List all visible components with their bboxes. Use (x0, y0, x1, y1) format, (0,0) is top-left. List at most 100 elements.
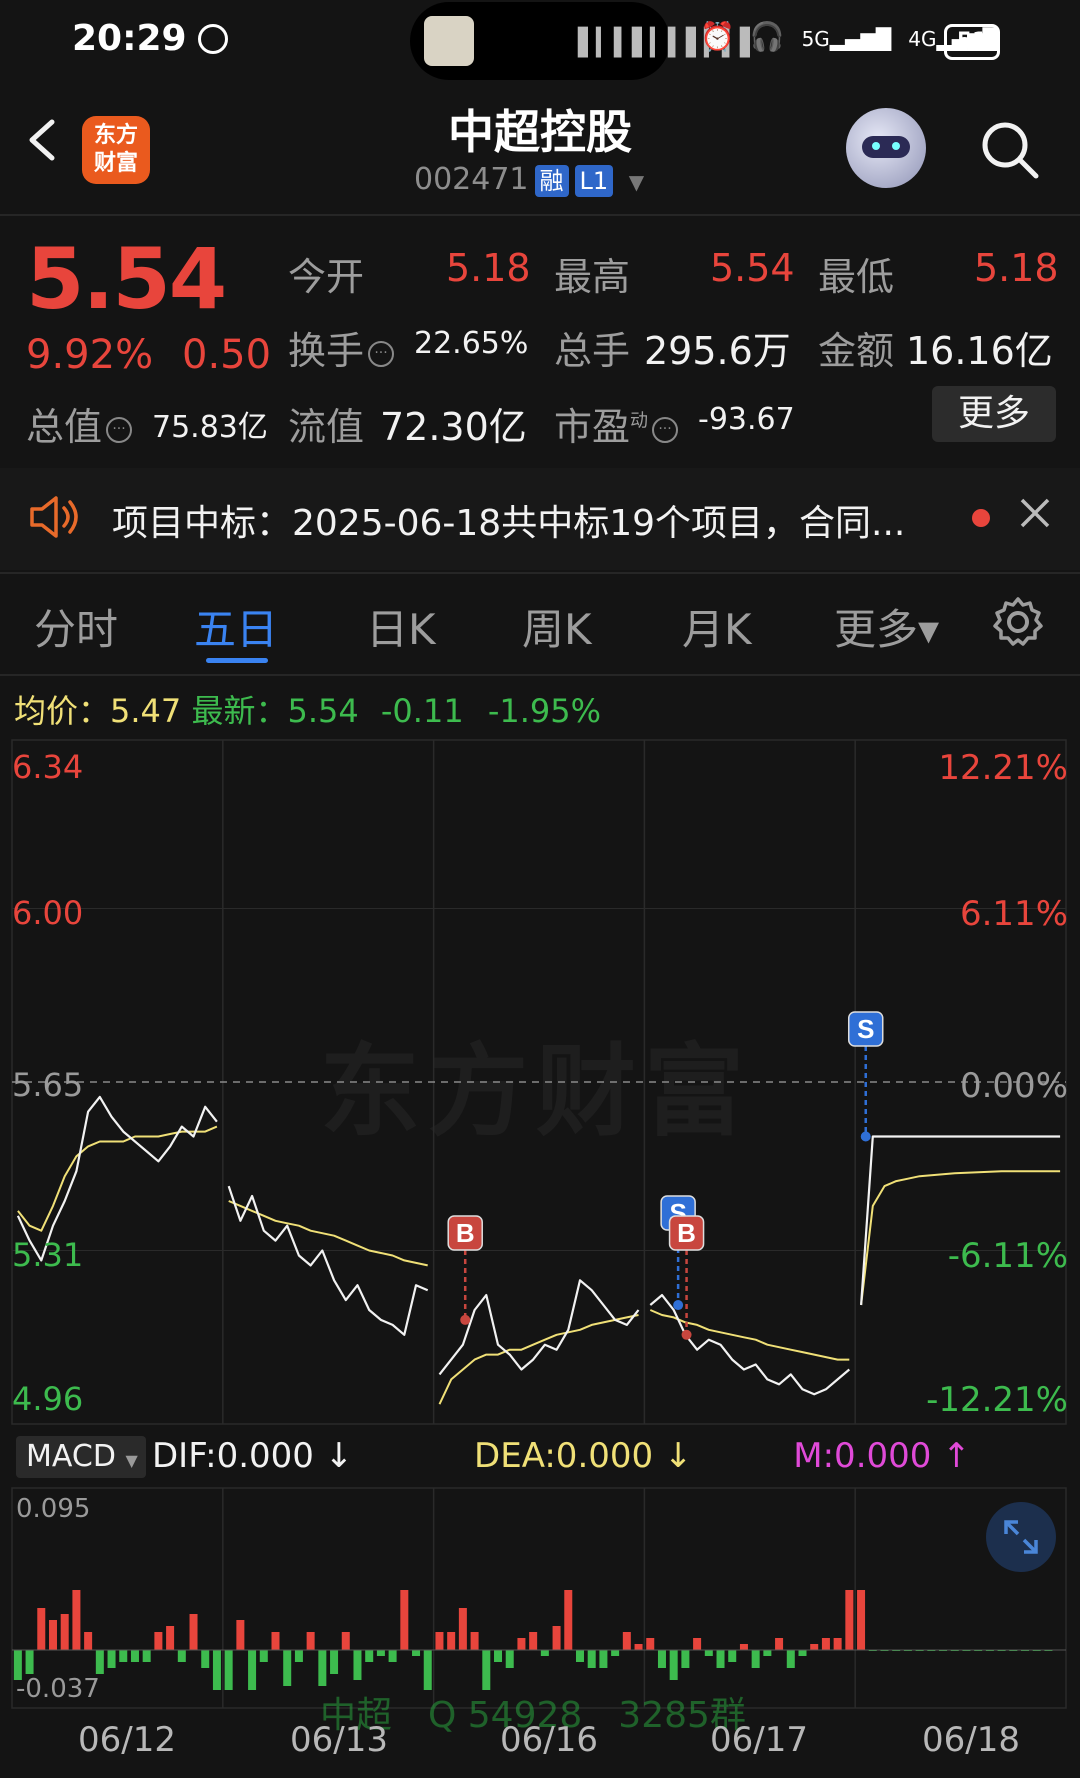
macd-bar (716, 1650, 725, 1668)
y-right-tick: 0.00% (959, 1066, 1068, 1106)
active-tab-indicator (206, 658, 268, 663)
change-value: -0.11 (380, 692, 464, 730)
macd-bar (751, 1650, 760, 1668)
tab-daily-k[interactable]: 日K (366, 596, 436, 657)
info-icon[interactable]: ··· (652, 416, 679, 443)
avg-line-segment (649, 1309, 850, 1361)
stock-code-line[interactable]: 002471 融 L1 ▼ (414, 162, 644, 197)
y-left-tick: 5.65 (12, 1066, 84, 1104)
news-text[interactable]: 项目中标：2025-06-18共中标19个项目，合同... (112, 494, 905, 546)
back-arrow-icon[interactable] (22, 118, 66, 162)
x-tick: 06/13 (290, 1720, 388, 1760)
assistant-robot-icon[interactable] (846, 108, 926, 188)
current-price: 5.54 (26, 230, 227, 328)
pe-value: -93.67 (698, 402, 795, 437)
chart-grid (11, 739, 1067, 1709)
macd-bar (657, 1650, 666, 1668)
info-icon[interactable]: ··· (368, 340, 395, 367)
expand-chart-button[interactable] (986, 1502, 1056, 1572)
change-amount: 0.50 (182, 332, 272, 378)
macd-bar (681, 1650, 690, 1668)
volume-label: 总手 (554, 329, 631, 373)
macd-bar (330, 1650, 339, 1674)
signal-5g-icon: 5G▂▄▆█ (801, 27, 892, 51)
float-cap-label: 流值 (288, 405, 365, 449)
alarm-icon: ⏰ (700, 20, 735, 53)
level-tag: L1 (574, 165, 614, 197)
macd-bar (224, 1650, 233, 1690)
divider (0, 572, 1080, 574)
tab-monthly-k[interactable]: 月K (682, 596, 752, 657)
change-percent-value: -1.95% (487, 692, 602, 730)
tab-weekly-k[interactable]: 周K (522, 596, 592, 657)
margin-tag: 融 (534, 165, 569, 197)
unread-dot (972, 509, 990, 527)
expand-icon (1004, 1520, 1038, 1554)
macd-bar (412, 1650, 421, 1656)
turnover-label[interactable]: 换手 ··· (288, 320, 395, 375)
five-day-chart[interactable]: BSBS (0, 736, 1080, 1736)
stock-name: 中超控股 (448, 105, 632, 159)
y-left-tick: 6.34 (12, 748, 84, 786)
x-tick: 06/17 (710, 1720, 808, 1760)
mktcap-label[interactable]: 总值 ··· (26, 396, 133, 451)
macd-bar (821, 1638, 830, 1650)
macd-bar (693, 1638, 702, 1650)
m-value: M:0.000 (793, 1436, 932, 1476)
tab-intraday[interactable]: 分时 (34, 596, 118, 657)
pe-label[interactable]: 市盈动 ··· (554, 396, 679, 451)
macd-bar (72, 1590, 81, 1650)
divider (0, 214, 1080, 216)
macd-bar (365, 1650, 374, 1662)
macd-bottom-tick: -0.037 (16, 1674, 100, 1704)
marker-label: B (677, 1218, 696, 1248)
macd-bar (857, 1590, 866, 1650)
macd-bar (540, 1650, 549, 1656)
tab-five-day[interactable]: 五日 (194, 596, 278, 657)
amount-label: 金额 (818, 329, 895, 373)
open-value: 5.18 (446, 246, 531, 290)
macd-bar (739, 1644, 748, 1650)
caret-icon: ▼ (125, 1451, 138, 1470)
macd-bar (400, 1590, 409, 1650)
macd-bar (763, 1650, 772, 1656)
y-left-tick: 6.00 (12, 894, 84, 932)
macd-bar (611, 1650, 620, 1656)
macd-bar (154, 1632, 163, 1650)
speaker-icon (30, 496, 78, 538)
x-tick: 06/16 (500, 1720, 598, 1760)
info-icon[interactable]: ··· (106, 416, 133, 443)
macd-bar (60, 1614, 69, 1650)
indicator-select[interactable]: MACD ▼ (16, 1436, 146, 1478)
marker-dot (460, 1314, 471, 1325)
settings-gear-icon[interactable] (992, 596, 1044, 648)
macd-bar (37, 1608, 46, 1650)
macd-bar (318, 1650, 327, 1686)
chevron-down-icon[interactable]: ▼ (629, 170, 644, 194)
logo-text-bottom: 财富 (93, 151, 138, 176)
macd-bar (341, 1632, 350, 1650)
y-right-tick: -12.21% (926, 1380, 1068, 1420)
mktcap-label-text: 总值 (26, 405, 103, 449)
eastmoney-logo[interactable]: 东方 财富 (82, 116, 150, 184)
x-tick: 06/12 (78, 1720, 176, 1760)
battery-icon: 51 (944, 24, 1000, 60)
headphones-icon: 🎧 (749, 20, 785, 53)
macd-frame (11, 1487, 1067, 1709)
status-bar: 20:29 ▌▎▍▌▎▍▌▎▍▌ ⏰ 🎧 5G▂▄▆█ 4G▂▄▆█ 51 (0, 0, 1080, 90)
macd-bar (294, 1650, 303, 1662)
macd-bar (201, 1650, 210, 1668)
marker-label: B (456, 1218, 475, 1248)
close-icon[interactable] (1018, 496, 1052, 530)
price-line-segment (438, 1279, 640, 1376)
search-icon[interactable] (978, 118, 1042, 182)
macd-bar (505, 1650, 514, 1668)
tab-more[interactable]: 更多▾ (834, 596, 939, 657)
logo-text-top: 东方 (93, 123, 138, 148)
macd-bar (95, 1650, 104, 1674)
turnover-value: 22.65% (414, 326, 529, 361)
macd-bar (833, 1638, 842, 1650)
macd-bar (435, 1632, 444, 1650)
more-button[interactable]: 更多 (932, 386, 1056, 442)
trade-markers: BSBS (447, 1011, 884, 1340)
